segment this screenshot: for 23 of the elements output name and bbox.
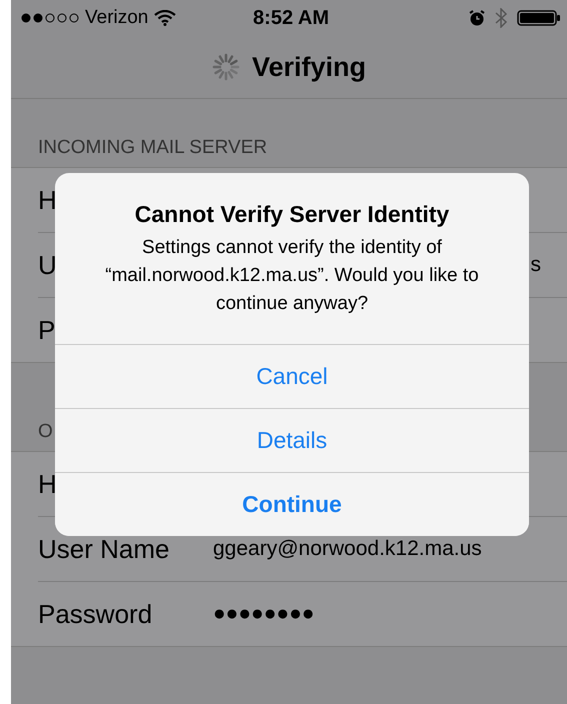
- wifi-icon: [154, 10, 176, 26]
- section-header: O: [38, 421, 53, 443]
- bluetooth-icon: [495, 8, 508, 28]
- row-value: s: [530, 253, 541, 277]
- alert-button[interactable]: Continue: [55, 472, 529, 536]
- row-label: U: [38, 250, 57, 280]
- signal-icon: [21, 12, 79, 24]
- section-header: INCOMING MAIL SERVER: [38, 137, 268, 159]
- row-label: H: [38, 184, 57, 216]
- row-label: Password: [38, 598, 152, 630]
- nav-title: Verifying: [252, 52, 366, 82]
- carrier-name: Verizon: [85, 7, 148, 29]
- alert-title: Cannot Verify Server Identity: [134, 201, 450, 228]
- alert-message: Settings cannot verify the identity of “mail.norwood.k12.ma.us”. Would you like to continue anyway?: [104, 236, 480, 316]
- loading-spinner-icon: [212, 53, 240, 81]
- battery-icon: [517, 10, 562, 26]
- alarm-icon: [469, 10, 486, 26]
- row-value: ●●●●●●●●: [213, 602, 314, 626]
- row-label: User Name: [38, 534, 170, 564]
- row-value: ggeary@norwood.k12.ma.us: [213, 537, 482, 561]
- row-label: P: [38, 314, 56, 346]
- status-time: 8:52 AM: [253, 6, 329, 30]
- row-label: H: [38, 468, 57, 500]
